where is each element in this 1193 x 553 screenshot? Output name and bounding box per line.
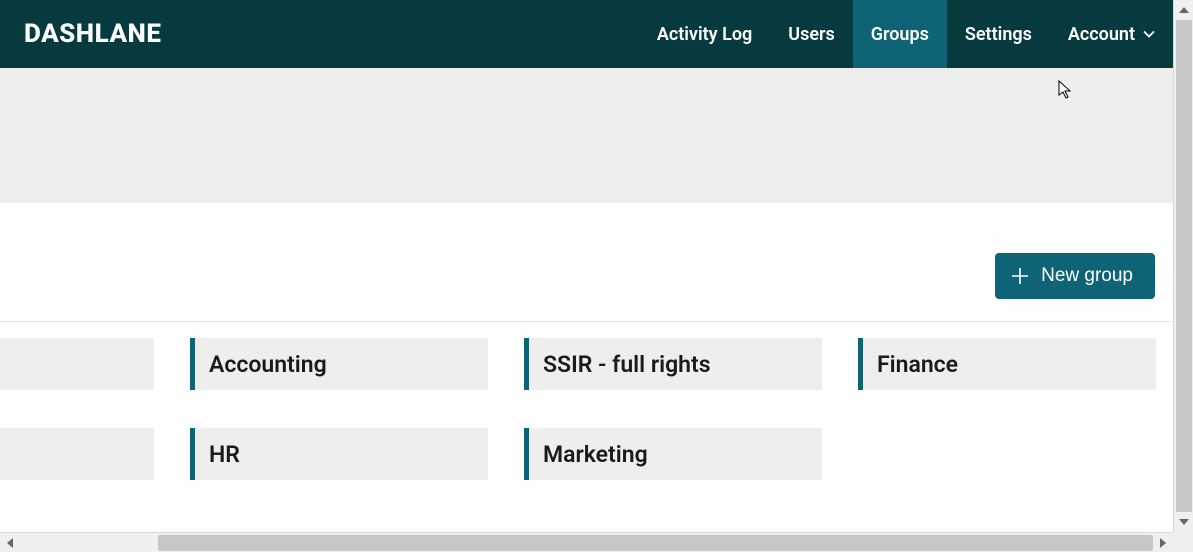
vertical-scrollbar[interactable] xyxy=(1173,0,1193,532)
nav-settings[interactable]: Settings xyxy=(947,0,1050,68)
chevron-down-icon xyxy=(1143,30,1155,38)
group-name: SSIR - full rights xyxy=(543,351,711,378)
new-group-label: New group xyxy=(1041,265,1133,287)
group-card-hr[interactable]: HR xyxy=(190,428,488,480)
main-nav: Activity Log Users Groups Settings Accou… xyxy=(639,0,1173,68)
group-card[interactable] xyxy=(0,338,154,390)
groups-area: Accounting SSIR - full rights Finance HR xyxy=(0,321,1173,480)
groups-row: Accounting SSIR - full rights Finance xyxy=(0,338,1173,390)
groups-row: HR Marketing xyxy=(0,428,1173,480)
horizontal-scrollbar[interactable] xyxy=(0,532,1173,552)
scroll-up-arrow-icon[interactable] xyxy=(1174,0,1193,20)
scroll-right-arrow-icon[interactable] xyxy=(1153,533,1173,553)
app-header: DASHLANE Activity Log Users Groups Setti… xyxy=(0,0,1173,68)
content-area: New group Accounting SSIR - full rights xyxy=(0,203,1173,480)
nav-label: Activity Log xyxy=(657,24,752,45)
group-name: Finance xyxy=(877,351,958,378)
group-card-ssir[interactable]: SSIR - full rights xyxy=(524,338,822,390)
scroll-down-arrow-icon[interactable] xyxy=(1174,512,1193,532)
nav-users[interactable]: Users xyxy=(770,0,853,68)
plus-icon xyxy=(1011,267,1029,285)
group-name: Marketing xyxy=(543,441,648,468)
groups-grid: Accounting SSIR - full rights Finance HR xyxy=(0,322,1173,480)
group-card[interactable] xyxy=(0,428,154,480)
group-card-finance[interactable]: Finance xyxy=(858,338,1156,390)
horizontal-scroll-thumb[interactable] xyxy=(158,535,1153,551)
nav-label: Users xyxy=(788,24,835,45)
group-card-marketing[interactable]: Marketing xyxy=(524,428,822,480)
nav-label: Account xyxy=(1068,24,1135,45)
group-name: Accounting xyxy=(209,351,327,378)
group-name: HR xyxy=(209,441,240,468)
scroll-left-arrow-icon[interactable] xyxy=(0,533,20,553)
hero-banner xyxy=(0,68,1173,203)
new-group-button[interactable]: New group xyxy=(995,253,1155,299)
action-row: New group xyxy=(0,203,1173,299)
vertical-scroll-thumb[interactable] xyxy=(1176,20,1192,512)
scroll-corner xyxy=(1173,532,1193,552)
nav-account[interactable]: Account xyxy=(1050,0,1173,68)
nav-groups[interactable]: Groups xyxy=(853,0,947,68)
group-card-accounting[interactable]: Accounting xyxy=(190,338,488,390)
nav-label: Groups xyxy=(871,24,929,45)
logo: DASHLANE xyxy=(24,19,161,49)
nav-activity-log[interactable]: Activity Log xyxy=(639,0,770,68)
nav-label: Settings xyxy=(965,24,1032,45)
